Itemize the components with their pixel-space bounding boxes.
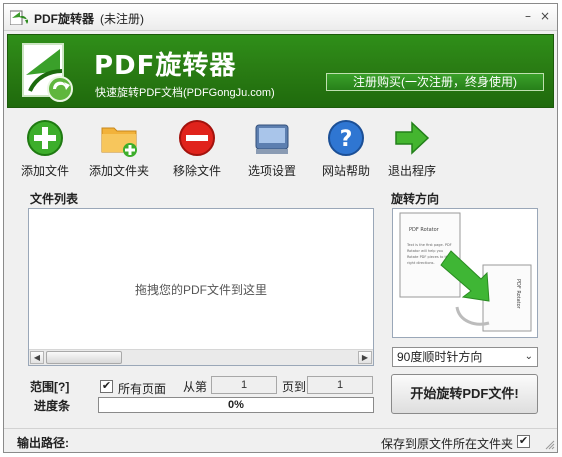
start-rotate-button[interactable]: 开始旋转PDF文件! <box>391 374 538 414</box>
exit-label: 退出程序 <box>387 164 436 178</box>
resize-grip-icon[interactable] <box>545 440 555 450</box>
progress-percent: 0% <box>228 399 244 411</box>
banner: PDF旋转器 快速旋转PDF文档(PDFGongJu.com) 注册购买(一次注… <box>7 34 554 108</box>
scroll-right-icon[interactable]: ▶ <box>358 351 372 364</box>
all-pages-checkbox[interactable]: ✔ <box>100 380 113 393</box>
brand-tagline: 快速旋转PDF文档(PDFGongJu.com) <box>95 87 275 99</box>
add-file-button[interactable]: 添加文件 <box>10 112 80 179</box>
drop-hint: 拖拽您的PDF文件到这里 <box>134 283 267 297</box>
status-bar: 输出路径: 保存到原文件所在文件夹 ✔ <box>4 428 557 452</box>
from-page-input[interactable]: 1 <box>211 376 277 394</box>
remove-file-label: 移除文件 <box>172 164 221 178</box>
save-same-folder-label: 保存到原文件所在文件夹 <box>381 437 514 451</box>
rotation-direction-select[interactable]: 90度顺时针方向 ⌄ <box>392 347 538 367</box>
settings-label: 选项设置 <box>247 164 296 178</box>
chevron-down-icon: ⌄ <box>524 351 533 362</box>
remove-file-icon <box>179 120 215 156</box>
all-pages-label: 所有页面 <box>118 382 167 396</box>
rotation-direction-value: 90度顺时针方向 <box>397 350 483 364</box>
add-file-icon <box>27 120 63 156</box>
app-icon <box>10 10 28 25</box>
remove-file-button[interactable]: 移除文件 <box>162 112 232 179</box>
to-page-input[interactable]: 1 <box>307 376 373 394</box>
from-page-label: 从第 <box>183 380 208 394</box>
add-file-label: 添加文件 <box>20 164 69 178</box>
settings-icon <box>255 124 289 154</box>
file-list-title: 文件列表 <box>30 192 79 206</box>
progress-label: 进度条 <box>34 399 71 413</box>
to-page-label: 页到 <box>282 380 307 394</box>
title-bar: PDF旋转器 (未注册) – × <box>4 4 557 31</box>
main-window: PDF旋转器 (未注册) – × PDF旋转器 快速旋转PDF文档(PDFGong… <box>3 3 558 453</box>
exit-button[interactable]: 退出程序 <box>377 112 447 179</box>
window-subtitle: (未注册) <box>100 12 145 26</box>
preview-line-1: Text is the first page. PDF <box>406 243 452 247</box>
svg-text:?: ? <box>340 127 353 152</box>
register-button[interactable]: 注册购买(一次注册，终身使用) <box>326 73 544 91</box>
scroll-left-icon[interactable]: ◀ <box>30 351 44 364</box>
window-title: PDF旋转器 (未注册) <box>34 12 145 26</box>
preview-line-3: Rotate PDF pieces to the <box>407 255 450 259</box>
preview-line-4: right directions. <box>407 261 435 265</box>
exit-icon <box>395 121 430 155</box>
preview-page-title: PDF Rotator <box>409 227 440 233</box>
minimize-button[interactable]: – <box>520 8 536 24</box>
close-button[interactable]: × <box>537 8 553 24</box>
file-list-dropzone[interactable]: 拖拽您的PDF文件到这里 ◀ ▶ <box>28 208 374 366</box>
save-same-folder-checkbox[interactable]: ✔ <box>517 435 530 448</box>
help-label: 网站帮助 <box>321 164 370 178</box>
range-label: 范围[?] <box>30 380 70 394</box>
add-folder-icon <box>101 127 137 157</box>
app-logo-icon <box>22 43 73 102</box>
toolbar: 添加文件 添加文件夹 移除文件 选项设置 ? 网站帮助 退出程序 <box>4 112 557 182</box>
output-path-label: 输出路径: <box>17 436 69 450</box>
preview-line-2: Rotator will help you <box>407 249 443 253</box>
rotation-preview: PDF Rotator Text is the first page. PDF … <box>392 208 538 338</box>
rotation-title: 旋转方向 <box>391 192 440 206</box>
svg-text:PDF Rotator: PDF Rotator <box>515 279 521 310</box>
settings-button[interactable]: 选项设置 <box>237 112 307 179</box>
brand-title: PDF旋转器 <box>94 51 237 81</box>
rotation-preview-illustration: PDF Rotator Text is the first page. PDF … <box>399 212 532 332</box>
progress-bar: 0% <box>98 397 374 413</box>
help-button[interactable]: ? 网站帮助 <box>311 112 381 179</box>
help-icon: ? <box>328 120 364 156</box>
horizontal-scrollbar[interactable]: ◀ ▶ <box>29 349 373 365</box>
add-folder-button[interactable]: 添加文件夹 <box>84 112 154 179</box>
add-folder-label: 添加文件夹 <box>88 164 149 178</box>
scroll-thumb[interactable] <box>46 351 122 364</box>
